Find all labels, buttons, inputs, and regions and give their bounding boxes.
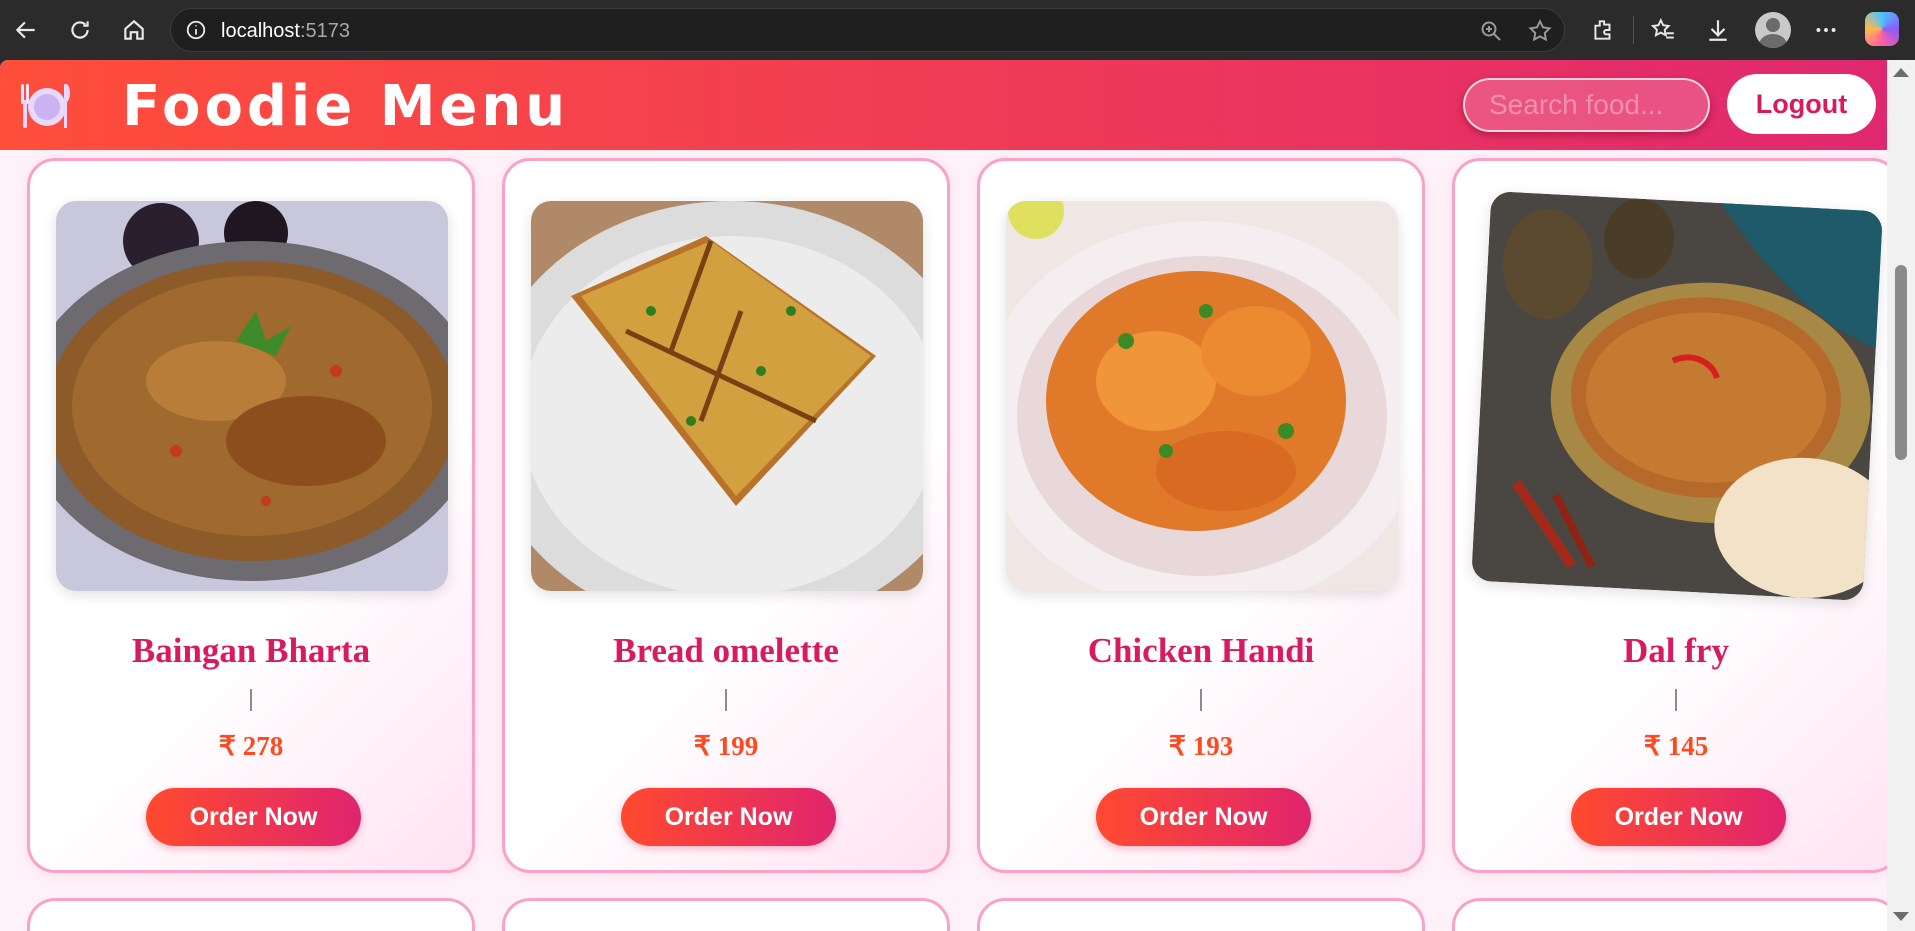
dish-name: Dal fry <box>1623 631 1729 670</box>
dish-divider <box>725 689 727 711</box>
dish-image <box>1471 191 1883 601</box>
dish-image <box>1006 201 1398 591</box>
order-now-button[interactable]: Order Now <box>146 788 361 846</box>
order-now-button[interactable]: Order Now <box>1096 788 1311 846</box>
menu-card: Bread omelette ₹ 199 Order Now <box>502 158 950 873</box>
favorite-star-icon[interactable] <box>1527 18 1553 49</box>
dish-price: ₹ 145 <box>1643 731 1709 761</box>
order-now-button[interactable]: Order Now <box>1571 788 1786 846</box>
browser-toolbar: localhost:5173 <box>0 0 1915 60</box>
dish-name: Chicken Handi <box>1087 631 1315 670</box>
dish-price: ₹ 199 <box>693 731 759 761</box>
app-header: Foodie Menu Logout <box>0 60 1887 150</box>
copilot-icon[interactable] <box>1865 12 1899 46</box>
address-bar[interactable]: localhost:5173 <box>170 8 1565 52</box>
page-viewport: Foodie Menu Logout <box>0 60 1915 931</box>
dish-name: Bread omelette <box>613 631 839 670</box>
dish-divider <box>1675 689 1677 711</box>
menu-card: Chicken Handi ₹ 193 Order Now <box>977 158 1425 873</box>
menu-card-partial <box>977 898 1425 931</box>
search-input[interactable] <box>1463 78 1710 132</box>
menu-card-partial <box>27 898 475 931</box>
menu-card: Dal fry ₹ 145 Order Now <box>1452 158 1900 873</box>
favorites-icon[interactable] <box>1645 12 1681 48</box>
dish-image <box>56 201 448 591</box>
back-icon[interactable] <box>8 12 44 48</box>
home-icon[interactable] <box>116 12 152 48</box>
app-title: Foodie Menu <box>122 74 570 139</box>
logout-button[interactable]: Logout <box>1727 74 1876 134</box>
menu-card-partial <box>502 898 950 931</box>
dish-image <box>531 201 923 591</box>
plate-cutlery-icon <box>18 80 74 130</box>
menu-card-partial <box>1452 898 1900 931</box>
zoom-icon[interactable] <box>1479 19 1503 48</box>
scroll-down-arrow-icon[interactable] <box>1893 912 1909 921</box>
menu-card: Baingan Bharta ₹ 278 Order Now <box>27 158 475 873</box>
toolbar-divider <box>1633 16 1634 44</box>
profile-avatar[interactable] <box>1755 12 1791 48</box>
refresh-icon[interactable] <box>62 12 98 48</box>
extensions-icon[interactable] <box>1585 12 1621 48</box>
dish-price: ₹ 193 <box>1168 731 1234 761</box>
more-menu-icon[interactable] <box>1808 12 1844 48</box>
order-now-button[interactable]: Order Now <box>621 788 836 846</box>
dish-divider <box>250 689 252 711</box>
url-text: localhost:5173 <box>221 20 350 42</box>
dish-name: Baingan Bharta <box>131 631 371 670</box>
dish-divider <box>1200 689 1202 711</box>
site-info-icon[interactable] <box>185 19 207 46</box>
page-scrollbar[interactable] <box>1887 60 1915 931</box>
scroll-up-arrow-icon[interactable] <box>1893 68 1909 77</box>
dish-price: ₹ 278 <box>218 731 284 761</box>
download-icon[interactable] <box>1700 12 1736 48</box>
scrollbar-thumb[interactable] <box>1895 265 1907 460</box>
